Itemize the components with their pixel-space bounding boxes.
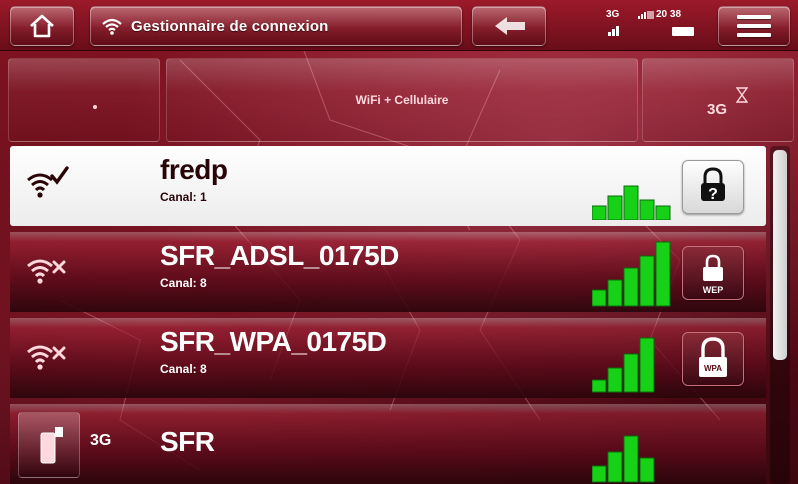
network-channel: Canal: 8 <box>160 276 207 290</box>
title-bar: Gestionnaire de connexion <box>90 6 462 46</box>
page-title: Gestionnaire de connexion <box>131 17 329 35</box>
status-area: 3G 20 38 <box>580 6 710 44</box>
network-row-sfr-adsl[interactable]: SFR_ADSL_0175D Canal: 8 WEP <box>10 232 766 312</box>
signal-strength-icon <box>592 435 655 483</box>
wifi-disconnected-icon <box>27 345 66 370</box>
network-channel: Canal: 8 <box>160 362 207 376</box>
back-button[interactable] <box>472 6 546 46</box>
tab-wifi-only[interactable] <box>8 58 160 142</box>
signal-strength-icon <box>592 337 655 393</box>
scrollbar-thumb[interactable] <box>773 150 787 360</box>
tab-wifi-cellular-label: WiFi + Cellulaire <box>355 93 449 107</box>
tab-wifi-cellular[interactable]: WiFi + Cellulaire <box>166 58 638 142</box>
lock-wep-icon: WEP <box>703 254 724 295</box>
tab-3g[interactable]: 3G <box>642 58 794 142</box>
list-scrollbar[interactable] <box>770 146 790 484</box>
network-ssid: SFR_WPA_0175D <box>160 326 387 357</box>
menu-icon <box>737 15 771 19</box>
menu-button[interactable] <box>718 6 790 46</box>
clock: 20 38 <box>656 9 682 20</box>
wifi-signal-icon <box>638 11 654 19</box>
wifi-connected-icon <box>27 166 69 198</box>
phone-icon <box>40 427 63 464</box>
network-row-sfr-wpa[interactable]: SFR_WPA_0175D Canal: 8 WPA <box>10 318 766 398</box>
top-bar: Gestionnaire de connexion 3G 20 38 <box>0 0 798 51</box>
security-button[interactable]: WPA <box>682 332 744 386</box>
wifi-icon <box>102 18 122 35</box>
network-channel: Canal: 1 <box>160 190 207 204</box>
cell-signal-icon <box>608 26 619 36</box>
wifi-disconnected-icon <box>27 259 66 284</box>
lock-wpa-icon: WPA <box>699 337 727 377</box>
tab-indicator-dot <box>93 105 97 109</box>
screen: Gestionnaire de connexion 3G 20 38 WiFi … <box>0 0 798 484</box>
network-ssid: SFR <box>160 426 215 457</box>
back-arrow-icon <box>495 17 525 35</box>
network-type: 3G <box>606 9 620 20</box>
security-button[interactable]: WEP <box>682 246 744 300</box>
network-ssid: fredp <box>160 154 228 185</box>
lock-unknown-icon: ? <box>701 167 725 203</box>
home-button[interactable] <box>10 6 74 46</box>
lock-wpa-label: WPA <box>704 364 722 373</box>
network-type-label: 3G <box>90 432 112 449</box>
network-ssid: SFR_ADSL_0175D <box>160 240 399 271</box>
cellular-icon-box <box>18 412 80 478</box>
security-button[interactable]: ? <box>682 160 744 214</box>
mode-tabs: WiFi + Cellulaire 3G <box>0 58 798 142</box>
hourglass-icon <box>736 87 748 103</box>
tab-3g-label: 3G <box>707 101 728 118</box>
signal-strength-icon <box>592 241 671 307</box>
home-icon <box>30 14 54 38</box>
svg-text:?: ? <box>708 186 718 203</box>
battery-icon <box>672 27 694 36</box>
network-list: fredp Canal: 1 ? SFR_ADSL_0175D Canal: 8… <box>10 146 766 484</box>
network-row-fredp[interactable]: fredp Canal: 1 ? <box>10 146 766 226</box>
lock-wep-label: WEP <box>703 285 724 295</box>
signal-strength-icon <box>592 185 671 220</box>
network-row-sfr-3g[interactable]: 3G SFR <box>10 404 766 484</box>
